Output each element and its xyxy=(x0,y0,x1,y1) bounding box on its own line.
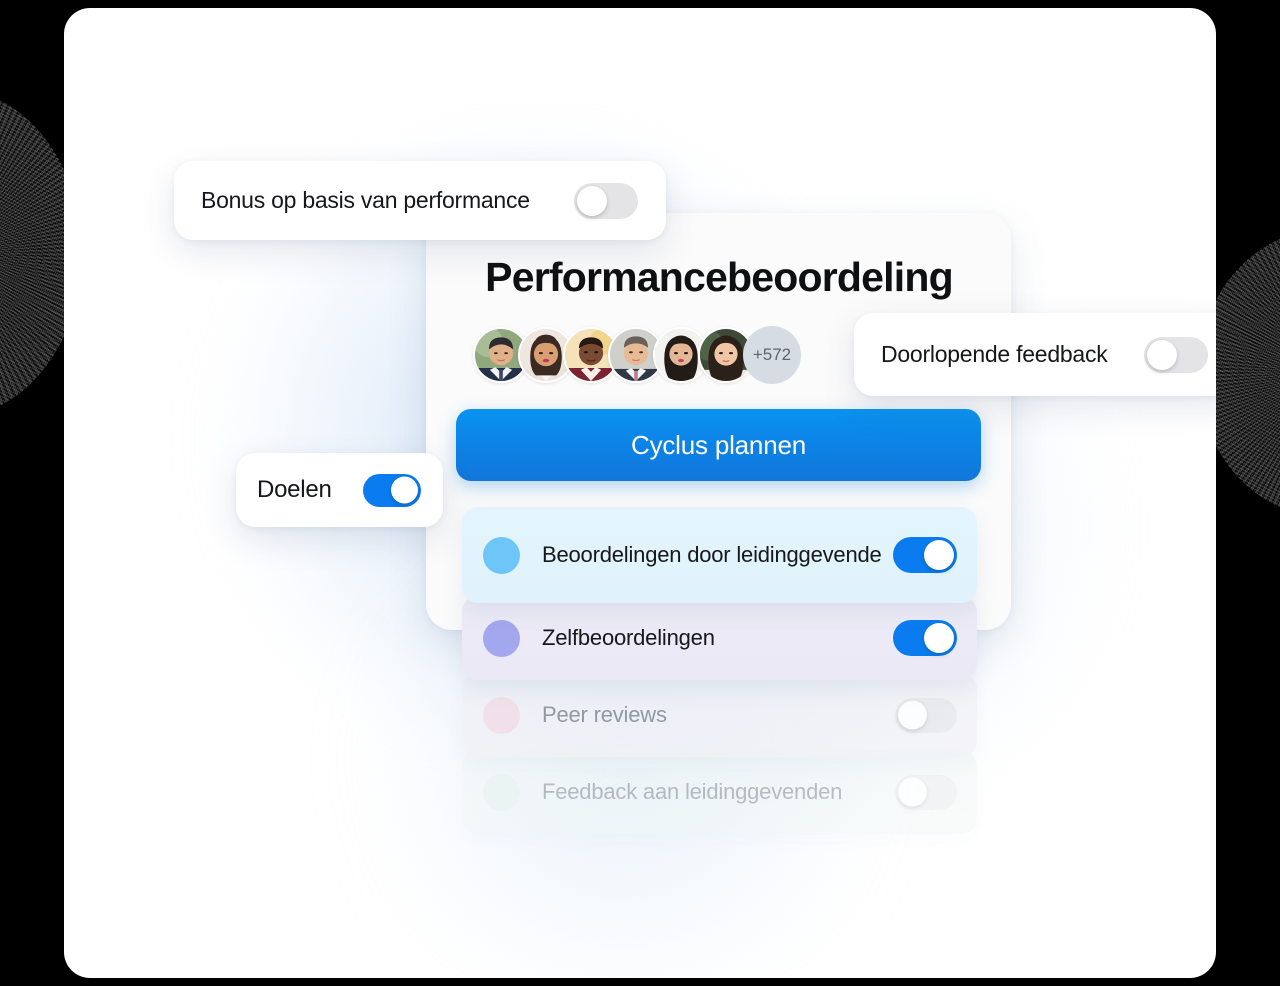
option-toggle[interactable] xyxy=(895,774,957,810)
continuous-feedback-card[interactable]: Doorlopende feedback xyxy=(854,313,1216,396)
option-label: Feedback aan leidinggevenden xyxy=(542,778,843,804)
screenshot-stage: Performancebeoordeling +572 Cyclus plann… xyxy=(0,0,1280,986)
option-color-dot xyxy=(483,619,520,657)
option-toggle[interactable] xyxy=(893,620,957,656)
goals-card[interactable]: Doelen xyxy=(236,453,443,527)
toggle-knob xyxy=(577,185,607,216)
option-row[interactable]: Peer reviews xyxy=(462,673,977,757)
bonus-performance-label: Bonus op basis van performance xyxy=(201,187,530,213)
page-title: Performancebeoordeling xyxy=(485,254,953,300)
toggle-knob xyxy=(391,476,418,504)
option-label: Beoordelingen door leidinggevende xyxy=(542,541,882,567)
bonus-performance-card[interactable]: Bonus op basis van performance xyxy=(174,161,666,240)
option-row[interactable]: Zelfbeoordelingen xyxy=(462,596,977,680)
option-row[interactable]: Beoordelingen door leidinggevende xyxy=(462,507,977,603)
option-toggle[interactable] xyxy=(895,697,957,733)
option-color-dot xyxy=(483,773,520,811)
toggle-knob xyxy=(898,777,927,807)
toggle-knob xyxy=(924,623,954,653)
avatar-group: +572 xyxy=(473,326,801,384)
option-row[interactable]: Feedback aan leidinggevenden xyxy=(462,750,977,834)
option-label: Peer reviews xyxy=(542,701,667,727)
continuous-feedback-toggle[interactable] xyxy=(1144,336,1208,373)
avatar-overflow-count[interactable]: +572 xyxy=(743,326,801,384)
option-color-dot xyxy=(483,536,520,574)
bonus-performance-toggle[interactable] xyxy=(574,182,638,219)
white-page-panel: Performancebeoordeling +572 Cyclus plann… xyxy=(64,8,1216,978)
toggle-knob xyxy=(924,540,954,570)
toggle-knob xyxy=(1147,339,1177,370)
schedule-cycle-button[interactable]: Cyclus plannen xyxy=(456,409,981,481)
goals-label: Doelen xyxy=(257,476,332,503)
toggle-knob xyxy=(898,700,927,730)
option-toggle[interactable] xyxy=(893,537,957,573)
continuous-feedback-label: Doorlopende feedback xyxy=(881,341,1108,367)
options-list: Beoordelingen door leidinggevende Zelfbe… xyxy=(462,507,977,834)
option-label: Zelfbeoordelingen xyxy=(542,624,715,650)
goals-toggle[interactable] xyxy=(363,473,421,507)
option-color-dot xyxy=(483,696,520,734)
